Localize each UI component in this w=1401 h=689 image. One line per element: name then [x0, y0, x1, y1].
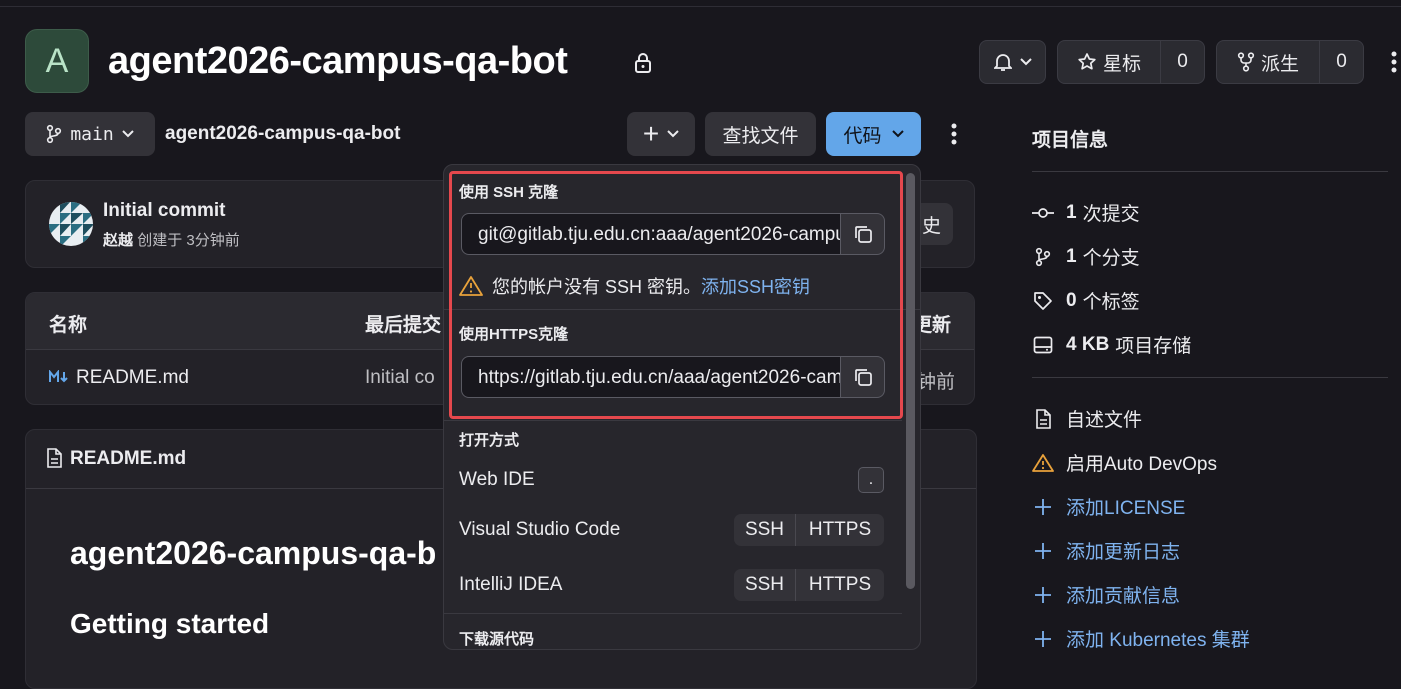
readme-filename[interactable]: README.md [70, 448, 186, 470]
dropdown-divider [444, 420, 902, 421]
tag-count-label: 个标签 [1082, 292, 1140, 313]
history-button-label: 史 [921, 215, 941, 237]
notification-button[interactable] [979, 40, 1046, 84]
web-ide-shortcut: . [858, 467, 884, 493]
branch-count: 1 [1066, 245, 1077, 267]
readme-link-label: 自述文件 [1066, 410, 1143, 431]
intellij-options: SSH HTTPS [734, 569, 884, 601]
fork-button[interactable]: 派生 0 [1216, 40, 1364, 84]
lock-icon [633, 52, 653, 74]
download-source-heading: 下载源代码 [459, 631, 535, 648]
auto-devops-link[interactable]: 启用Auto DevOps [1032, 449, 1217, 476]
add-license-link[interactable]: 添加LICENSE [1032, 493, 1185, 520]
commit-count-label: 次提交 [1082, 204, 1140, 225]
clone-highlight-box [449, 171, 903, 419]
dropdown-divider [444, 613, 902, 614]
project-avatar[interactable]: A [25, 29, 89, 93]
column-header-name: 名称 [49, 315, 88, 336]
file-commit-message[interactable]: Initial co [365, 367, 435, 389]
commit-title[interactable]: Initial commit [103, 200, 225, 222]
file-name-link[interactable]: README.md [76, 367, 189, 389]
top-divider [0, 6, 1401, 7]
tag-icon [1032, 291, 1054, 311]
fork-icon [1237, 52, 1255, 72]
project-info-title: 项目信息 [1032, 130, 1109, 151]
kebab-menu-icon[interactable] [950, 122, 958, 148]
tag-count-link[interactable]: 0 个标签 [1032, 287, 1140, 314]
fork-label: 派生 [1260, 53, 1299, 75]
vscode-options: SSH HTTPS [734, 514, 884, 546]
commit-author[interactable]: 赵越 [103, 232, 133, 249]
star-icon [1077, 52, 1097, 72]
intellij-ssh-button[interactable]: SSH [734, 569, 796, 601]
star-label: 星标 [1102, 53, 1141, 75]
chevron-down-icon [667, 130, 679, 138]
add-kubernetes-link[interactable]: 添加 Kubernetes 集群 [1032, 625, 1250, 652]
open-in-heading: 打开方式 [459, 432, 520, 449]
storage-icon [1032, 336, 1054, 354]
plus-icon: + [642, 118, 660, 149]
readme-link[interactable]: 自述文件 [1032, 405, 1142, 432]
auto-devops-label: 启用Auto DevOps [1066, 454, 1217, 475]
chevron-down-icon [1019, 58, 1032, 66]
vscode-ssh-button[interactable]: SSH [734, 514, 796, 546]
plus-icon [1032, 630, 1054, 648]
bell-icon [993, 52, 1012, 72]
file-icon [1032, 408, 1054, 429]
file-icon [46, 448, 62, 468]
dropdown-scrollbar[interactable] [906, 173, 915, 589]
branch-selector[interactable]: main [25, 112, 155, 156]
intellij-https-button[interactable]: HTTPS [796, 569, 884, 601]
star-button[interactable]: 星标 0 [1057, 40, 1205, 84]
star-count[interactable]: 0 [1161, 51, 1204, 73]
breadcrumb-path[interactable]: agent2026-campus-qa-bot [165, 123, 400, 145]
code-button[interactable]: 代码 [826, 112, 921, 156]
plus-icon [1032, 542, 1054, 560]
more-actions-icon[interactable] [1390, 50, 1398, 76]
branch-count-label: 个分支 [1082, 248, 1140, 269]
project-title: agent2026-campus-qa-bot [108, 40, 568, 82]
vscode-https-button[interactable]: HTTPS [796, 514, 884, 546]
sidebar-divider [1032, 171, 1388, 172]
tag-count: 0 [1066, 289, 1077, 311]
branch-count-link[interactable]: 1 个分支 [1032, 243, 1140, 270]
plus-icon [1032, 586, 1054, 604]
fork-count[interactable]: 0 [1320, 51, 1363, 73]
commit-icon [1032, 207, 1054, 219]
readme-h2: Getting started [70, 608, 270, 639]
readme-h1: agent2026-campus-qa-b [70, 535, 437, 571]
commit-meta: 赵越 创建于 3分钟前 [103, 229, 240, 250]
add-contributing-link[interactable]: 添加贡献信息 [1032, 581, 1180, 608]
sidebar-divider [1032, 377, 1388, 378]
commit-count: 1 [1066, 201, 1077, 223]
commit-time: 创建于 3分钟前 [137, 232, 240, 249]
branch-name: main [70, 123, 114, 145]
add-changelog-label: 添加更新日志 [1066, 542, 1181, 563]
storage-label: 项目存储 [1115, 336, 1192, 357]
commit-avatar[interactable] [48, 201, 94, 247]
add-changelog-link[interactable]: 添加更新日志 [1032, 537, 1180, 564]
markdown-icon [49, 370, 69, 384]
intellij-label: IntelliJ IDEA [459, 574, 563, 595]
branch-icon [46, 124, 62, 144]
add-contributing-label: 添加贡献信息 [1066, 586, 1181, 607]
add-kubernetes-label: 添加 Kubernetes 集群 [1066, 630, 1250, 651]
storage-link[interactable]: 4 KB 项目存储 [1032, 331, 1191, 358]
plus-icon [1032, 498, 1054, 516]
find-file-button[interactable]: 查找文件 [705, 112, 816, 156]
chevron-down-icon [891, 130, 904, 138]
chevron-down-icon [121, 130, 134, 138]
commit-count-link[interactable]: 1 次提交 [1032, 199, 1140, 226]
storage-size: 4 KB [1066, 333, 1110, 355]
web-ide-item[interactable]: Web IDE [459, 469, 535, 491]
column-header-last-commit: 最后提交 [365, 315, 442, 336]
file-updated-time: 钟前 [917, 372, 956, 393]
branch-icon [1032, 247, 1054, 267]
add-license-label: 添加LICENSE [1066, 498, 1186, 519]
vscode-label: Visual Studio Code [459, 519, 621, 540]
code-button-label: 代码 [843, 125, 882, 147]
warning-icon [1032, 453, 1054, 473]
add-button[interactable]: + [627, 112, 695, 156]
